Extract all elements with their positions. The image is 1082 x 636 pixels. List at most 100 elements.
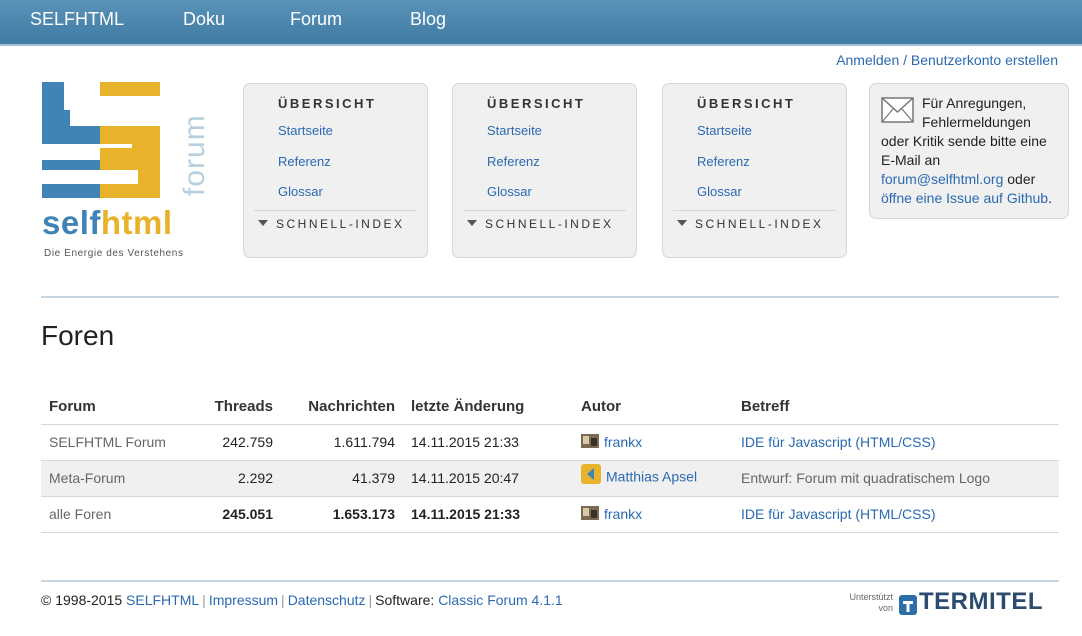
box-divider xyxy=(673,210,836,211)
forum-table: Forum Threads Nachrichten letzte Änderun… xyxy=(41,390,1059,533)
col-last-change: letzte Änderung xyxy=(411,398,525,416)
threads-count: 242.759 xyxy=(193,423,281,460)
col-author: Autor xyxy=(581,398,621,416)
last-change: 14.11.2015 21:33 xyxy=(403,495,573,533)
selfhtml-logo[interactable]: forum selfhtml Die Energie des Verstehen… xyxy=(42,82,212,262)
box-divider xyxy=(463,210,626,211)
login-link[interactable]: Anmelden / Benutzerkonto erstellen xyxy=(836,52,1058,68)
link-referenz[interactable]: Referenz xyxy=(697,154,750,169)
sponsor-label: Unterstützt von xyxy=(843,592,893,614)
feedback-box: Für Anregungen, Fehlermeldungen oder Kri… xyxy=(869,83,1069,219)
link-glossar[interactable]: Glossar xyxy=(278,184,323,199)
schnell-index-toggle[interactable]: SCHNELL-INDEX xyxy=(467,217,614,231)
schnell-index-label: SCHNELL-INDEX xyxy=(695,217,824,231)
triangle-down-icon xyxy=(258,219,268,226)
sponsor-label-line1: Unterstützt xyxy=(849,592,893,602)
link-glossar[interactable]: Glossar xyxy=(697,184,742,199)
feedback-text-or: oder xyxy=(1007,171,1036,187)
avatar-icon xyxy=(581,434,599,449)
overview-box-3: ÜBERSICHT Startseite Referenz Glossar SC… xyxy=(662,83,847,258)
table-row: SELFHTML Forum 242.759 1.611.794 14.11.2… xyxy=(41,423,1059,460)
footer-separator: | xyxy=(368,592,373,608)
logo-forum-label: forum xyxy=(178,114,211,196)
logo-self: self xyxy=(42,204,101,241)
subject-link[interactable]: IDE für Javascript (HTML/CSS) xyxy=(733,423,1059,460)
sponsor-label-line2: von xyxy=(878,603,893,613)
author-cell[interactable]: frankx xyxy=(573,423,733,460)
footer-software-link[interactable]: Classic Forum 4.1.1 xyxy=(438,592,562,608)
col-messages: Nachrichten xyxy=(308,398,395,416)
footer-datenschutz-link[interactable]: Datenschutz xyxy=(288,592,366,608)
logo-s-icon xyxy=(42,82,160,198)
logo-tagline: Die Energie des Verstehens xyxy=(44,248,184,259)
link-startseite[interactable]: Startseite xyxy=(278,123,333,138)
overview-heading: ÜBERSICHT xyxy=(278,96,377,111)
github-issue-link[interactable]: öffne eine Issue auf Github xyxy=(881,190,1048,206)
overview-box-2: ÜBERSICHT Startseite Referenz Glossar SC… xyxy=(452,83,637,258)
nav-forum[interactable]: Forum xyxy=(290,9,342,30)
col-forum: Forum xyxy=(49,398,96,416)
avatar-icon xyxy=(581,464,601,484)
avatar-icon xyxy=(581,506,599,521)
footer-separator: | xyxy=(202,592,206,608)
table-row: Meta-Forum 2.292 41.379 14.11.2015 20:47… xyxy=(41,459,1059,496)
termitel-logo-icon xyxy=(899,595,917,615)
logo-html: html xyxy=(100,204,173,241)
messages-count: 1.653.173 xyxy=(281,495,403,533)
author-name[interactable]: frankx xyxy=(604,506,642,522)
schnell-index-toggle[interactable]: SCHNELL-INDEX xyxy=(677,217,824,231)
triangle-down-icon xyxy=(677,219,687,226)
feedback-text-end: . xyxy=(1048,190,1052,206)
forum-name: alle Foren xyxy=(41,495,193,533)
nav-selfhtml[interactable]: SELFHTML xyxy=(30,9,124,30)
footer-separator: | xyxy=(281,592,285,608)
forum-name[interactable]: Meta-Forum xyxy=(41,459,193,496)
schnell-index-label: SCHNELL-INDEX xyxy=(276,217,405,231)
author-cell[interactable]: Matthias Apsel xyxy=(573,459,733,496)
messages-count: 41.379 xyxy=(281,459,403,496)
footer-selfhtml-link[interactable]: SELFHTML xyxy=(126,592,199,608)
forum-name[interactable]: SELFHTML Forum xyxy=(41,423,193,460)
link-glossar[interactable]: Glossar xyxy=(487,184,532,199)
schnell-index-toggle[interactable]: SCHNELL-INDEX xyxy=(258,217,405,231)
top-navigation: SELFHTML Doku Forum Blog xyxy=(0,0,1082,46)
last-change: 14.11.2015 20:47 xyxy=(403,459,573,496)
overview-heading: ÜBERSICHT xyxy=(697,96,796,111)
feedback-email-link[interactable]: forum@selfhtml.org xyxy=(881,171,1003,187)
table-header-row: Forum Threads Nachrichten letzte Änderun… xyxy=(41,390,1059,424)
footer-divider xyxy=(41,580,1059,582)
header-divider xyxy=(41,296,1059,298)
messages-count: 1.611.794 xyxy=(281,423,403,460)
col-threads: Threads xyxy=(214,398,273,416)
software-label: Software: xyxy=(375,592,435,608)
nav-doku[interactable]: Doku xyxy=(183,9,225,30)
author-name[interactable]: frankx xyxy=(604,434,642,450)
envelope-icon xyxy=(881,97,914,123)
triangle-down-icon xyxy=(467,219,477,226)
copyright: © 1998-2015 xyxy=(41,592,123,608)
overview-heading: ÜBERSICHT xyxy=(487,96,586,111)
link-startseite[interactable]: Startseite xyxy=(487,123,542,138)
box-divider xyxy=(254,210,417,211)
nav-blog[interactable]: Blog xyxy=(410,9,446,30)
overview-box-1: ÜBERSICHT Startseite Referenz Glossar SC… xyxy=(243,83,428,258)
last-change: 14.11.2015 21:33 xyxy=(403,423,573,460)
footer: © 1998-2015 SELFHTML | Impressum | Datenschu… xyxy=(41,592,563,608)
col-subject: Betreff xyxy=(741,398,790,416)
subject-link[interactable]: IDE für Javascript (HTML/CSS) xyxy=(733,495,1059,533)
schnell-index-label: SCHNELL-INDEX xyxy=(485,217,614,231)
sponsor-name: TERMITEL xyxy=(919,588,1043,615)
table-row-total: alle Foren 245.051 1.653.173 14.11.2015 … xyxy=(41,495,1059,533)
page-title: Foren xyxy=(41,320,115,351)
link-startseite[interactable]: Startseite xyxy=(697,123,752,138)
threads-count: 245.051 xyxy=(193,495,281,533)
subject-text: Entwurf: Forum mit quadratischem Logo xyxy=(733,459,1059,496)
footer-impressum-link[interactable]: Impressum xyxy=(209,592,278,608)
link-referenz[interactable]: Referenz xyxy=(278,154,331,169)
threads-count: 2.292 xyxy=(193,459,281,496)
logo-wordmark: selfhtml xyxy=(42,204,173,242)
sponsor[interactable]: Unterstützt von TERMITEL xyxy=(843,588,1063,616)
link-referenz[interactable]: Referenz xyxy=(487,154,540,169)
author-cell[interactable]: frankx xyxy=(573,495,733,533)
author-name[interactable]: Matthias Apsel xyxy=(606,469,697,485)
